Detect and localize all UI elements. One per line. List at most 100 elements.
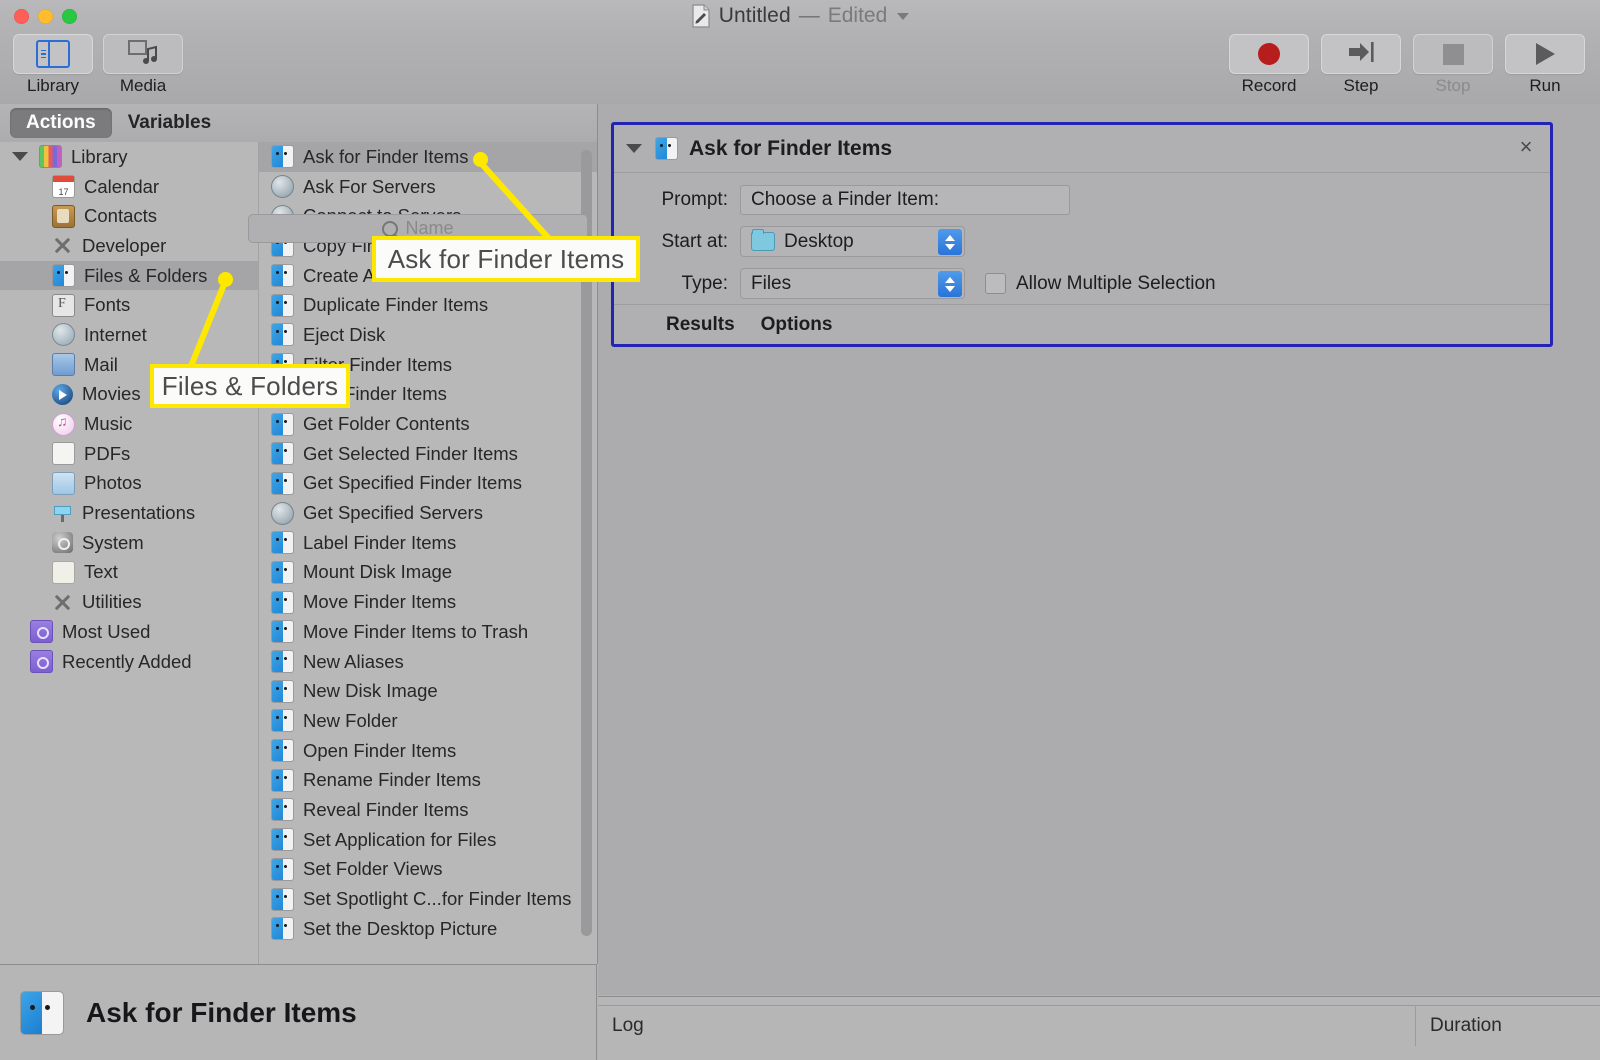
finder-icon <box>271 620 294 644</box>
finder-icon <box>271 650 294 674</box>
action-list-item-new-folder[interactable]: New Folder <box>259 706 597 736</box>
action-list-item-set-folder-views[interactable]: Set Folder Views <box>259 855 597 885</box>
finder-icon <box>271 917 294 941</box>
action-list-item-ask-for-finder-items[interactable]: Ask for Finder Items <box>259 142 597 172</box>
sidebar-item-label: Contacts <box>84 205 158 227</box>
sidebar-item-music[interactable]: Music <box>0 409 258 439</box>
action-list-item-get-folder-contents[interactable]: Get Folder Contents <box>259 409 597 439</box>
action-list-item-set-application-for-files[interactable]: Set Application for Files <box>259 825 597 855</box>
chevron-down-icon[interactable] <box>626 144 642 153</box>
action-card-title: Ask for Finder Items <box>689 136 893 160</box>
step-button[interactable]: Step <box>1320 34 1402 96</box>
sidebar-item-most-used[interactable]: Most Used <box>0 617 258 647</box>
sidebar-item-photos[interactable]: Photos <box>0 469 258 499</box>
options-link[interactable]: Options <box>761 314 833 336</box>
sidebar-item-label: Photos <box>84 472 142 494</box>
action-list-item-open-finder-items[interactable]: Open Finder Items <box>259 736 597 766</box>
action-label: Set the Desktop Picture <box>303 917 498 939</box>
start-at-popup[interactable]: Desktop <box>740 226 965 257</box>
step-arrow-icon <box>1348 41 1374 68</box>
action-card-footer: Results Options <box>614 304 1550 344</box>
category-sidebar[interactable]: Library Calendar Contacts Developer File… <box>0 142 259 964</box>
sidebar-item-text[interactable]: Text <box>0 558 258 588</box>
developer-tools-icon <box>52 235 73 256</box>
action-list-item-ask-for-servers[interactable]: Ask For Servers <box>259 172 597 202</box>
action-list-item-mount-disk-image[interactable]: Mount Disk Image <box>259 558 597 588</box>
chevron-down-icon[interactable] <box>897 12 910 20</box>
action-label: Eject Disk <box>303 323 386 345</box>
chevron-updown-icon[interactable] <box>938 271 962 297</box>
finder-icon <box>52 264 75 288</box>
sidebar-item-developer[interactable]: Developer <box>0 231 258 261</box>
library-colors-icon <box>39 145 62 169</box>
toolbar-media-button[interactable]: Media <box>102 34 184 96</box>
results-link[interactable]: Results <box>666 314 735 336</box>
action-list-item-duplicate-finder-items[interactable]: Duplicate Finder Items <box>259 290 597 320</box>
fonts-icon <box>52 293 75 317</box>
chevron-updown-icon[interactable] <box>938 229 962 255</box>
sidebar-item-internet[interactable]: Internet <box>0 320 258 350</box>
type-value: Files <box>751 272 792 294</box>
sidebar-item-utilities[interactable]: Utilities <box>0 587 258 617</box>
action-list-item-new-aliases[interactable]: New Aliases <box>259 647 597 677</box>
prompt-input[interactable]: Choose a Finder Item: <box>740 185 1070 215</box>
action-list-item-get-specified-servers[interactable]: Get Specified Servers <box>259 498 597 528</box>
checkbox-box[interactable] <box>985 273 1006 294</box>
finder-icon <box>271 739 294 763</box>
step-label: Step <box>1343 76 1379 95</box>
sidebar-item-pdfs[interactable]: PDFs <box>0 439 258 469</box>
finder-icon <box>655 137 678 160</box>
allow-multiple-selection-checkbox[interactable]: Allow Multiple Selection <box>985 273 1216 295</box>
sidebar-item-label: Files & Folders <box>84 264 208 286</box>
chevron-down-icon[interactable] <box>12 152 28 162</box>
sidebar-item-label: Utilities <box>82 591 142 613</box>
finder-icon <box>271 679 294 703</box>
sidebar-item-recently-added[interactable]: Recently Added <box>0 647 258 677</box>
close-icon[interactable]: × <box>1516 136 1536 158</box>
action-list-item-get-selected-finder-items[interactable]: Get Selected Finder Items <box>259 439 597 469</box>
action-list-item-get-specified-finder-items[interactable]: Get Specified Finder Items <box>259 469 597 499</box>
action-list-item-set-the-desktop-picture[interactable]: Set the Desktop Picture <box>259 914 597 944</box>
action-card-body: Prompt: Choose a Finder Item: Start at: … <box>614 173 1550 299</box>
sidebar-item-presentations[interactable]: Presentations <box>0 498 258 528</box>
action-list-item-set-spotlight-comments[interactable]: Set Spotlight C...for Finder Items <box>259 884 597 914</box>
sidebar-item-label: Internet <box>84 323 147 345</box>
action-list-item-label-finder-items[interactable]: Label Finder Items <box>259 528 597 558</box>
log-column-duration[interactable]: Duration <box>1416 1006 1600 1046</box>
sidebar-item-label: Mail <box>84 353 118 375</box>
system-gear-icon <box>52 532 73 554</box>
finder-icon <box>271 471 294 495</box>
run-button[interactable]: Run <box>1504 34 1586 96</box>
callout-files-folders: Files & Folders <box>150 364 350 408</box>
contacts-icon <box>52 204 75 228</box>
sidebar-item-calendar[interactable]: Calendar <box>0 172 258 202</box>
title-separator: — <box>798 4 820 27</box>
field-row-prompt: Prompt: Choose a Finder Item: <box>640 185 1550 215</box>
sidebar-item-library[interactable]: Library <box>0 142 258 172</box>
log-column-log[interactable]: Log <box>598 1006 1416 1046</box>
action-list-item-reveal-finder-items[interactable]: Reveal Finder Items <box>259 795 597 825</box>
sidebar-item-contacts[interactable]: Contacts <box>0 201 258 231</box>
action-list-item-rename-finder-items[interactable]: Rename Finder Items <box>259 765 597 795</box>
automator-window: Untitled — Edited Library Media Record S… <box>0 0 1600 1060</box>
record-button[interactable]: Record <box>1228 34 1310 96</box>
action-label: Get Specified Servers <box>303 502 483 524</box>
action-list-item-move-finder-items[interactable]: Move Finder Items <box>259 587 597 617</box>
sidebar-item-system[interactable]: System <box>0 528 258 558</box>
workflow-canvas[interactable]: Ask for Finder Items × Prompt: Choose a … <box>598 104 1600 995</box>
search-icon <box>382 220 399 237</box>
tab-actions[interactable]: Actions <box>10 108 112 138</box>
finder-icon <box>271 531 294 555</box>
tab-variables[interactable]: Variables <box>112 108 227 138</box>
action-list-item-move-finder-items-to-trash[interactable]: Move Finder Items to Trash <box>259 617 597 647</box>
finder-icon <box>271 768 294 792</box>
stop-button[interactable]: Stop <box>1412 34 1494 96</box>
action-list-item-eject-disk[interactable]: Eject Disk <box>259 320 597 350</box>
toolbar-right-group: Record Step Stop Run <box>1228 34 1586 96</box>
folder-icon <box>751 229 775 251</box>
toolbar-library-button[interactable]: Library <box>12 34 94 96</box>
action-list-item-new-disk-image[interactable]: New Disk Image <box>259 676 597 706</box>
action-label: Set Folder Views <box>303 858 443 880</box>
type-popup[interactable]: Files <box>740 268 965 299</box>
workflow-action-card[interactable]: Ask for Finder Items × Prompt: Choose a … <box>611 122 1553 347</box>
